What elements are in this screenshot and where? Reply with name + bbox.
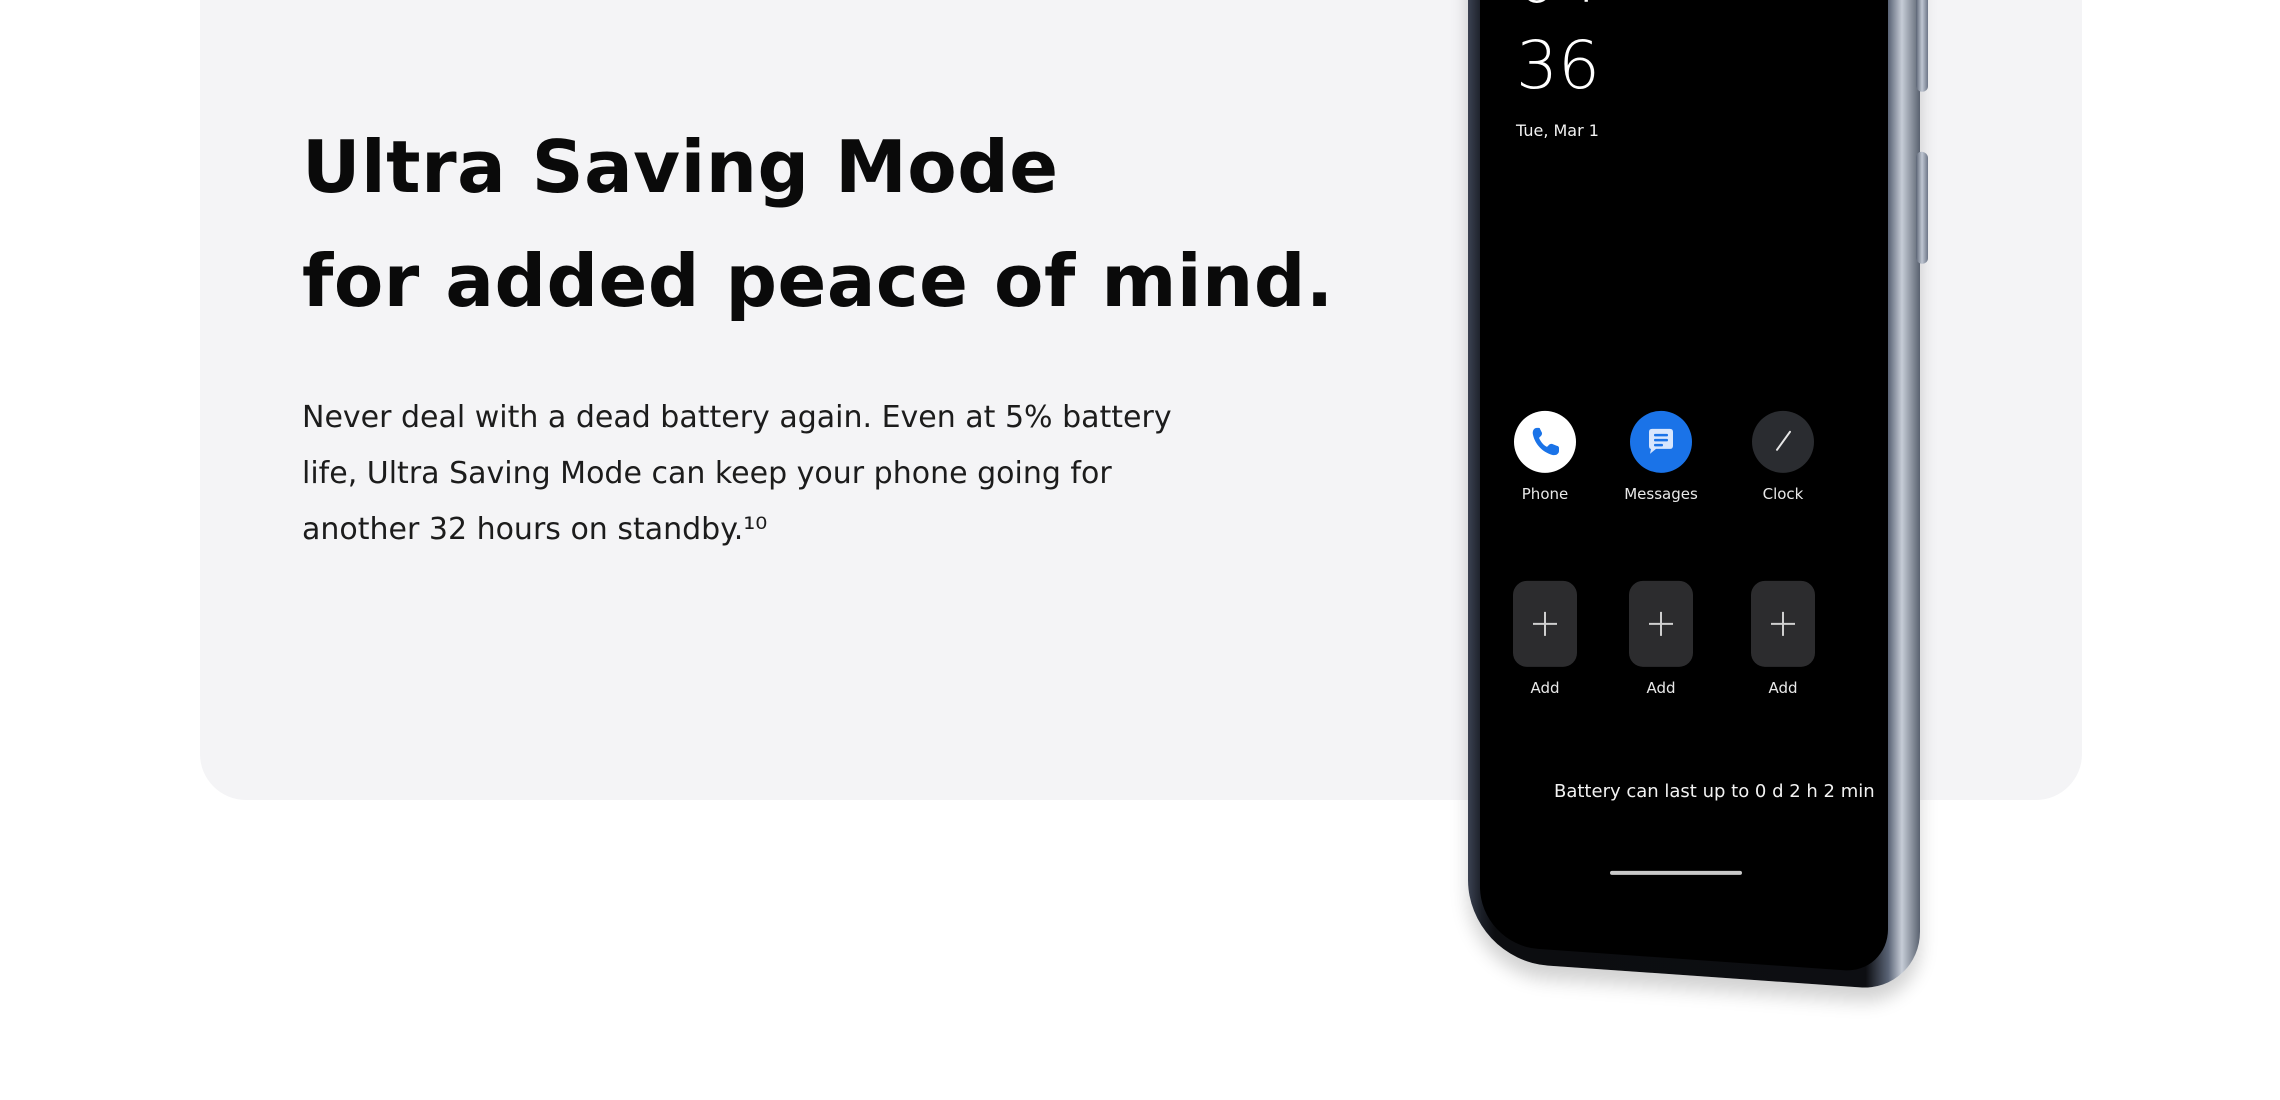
headline-line-1: Ultra Saving Mode: [302, 125, 1059, 209]
lock-date: Tue, Mar 1: [1516, 120, 1599, 140]
plus-icon: [1751, 580, 1815, 667]
plus-icon: [1629, 580, 1693, 667]
volume-button: [1916, 0, 1928, 93]
add-label: Add: [1768, 678, 1798, 697]
phone-screen: 04 36 Tue, Mar 1 Phone: [1480, 0, 1888, 974]
feature-copy: Ultra Saving Mode for added peace of min…: [302, 110, 1334, 558]
add-slot-2[interactable]: Add: [1606, 580, 1716, 697]
lock-clock-minute: 36: [1516, 26, 1600, 104]
lock-clock-hour: 04: [1516, 0, 1600, 18]
add-label: Add: [1646, 678, 1676, 697]
plus-icon: [1513, 580, 1577, 667]
app-label-phone: Phone: [1521, 484, 1569, 503]
messages-icon: [1630, 410, 1692, 473]
add-slot-1[interactable]: Add: [1490, 580, 1600, 697]
page: Ultra Saving Mode for added peace of min…: [0, 0, 2280, 1100]
headline-line-2: for added peace of mind.: [302, 239, 1334, 323]
app-label-clock: Clock: [1762, 484, 1804, 503]
feature-description: Never deal with a dead battery again. Ev…: [302, 390, 1182, 558]
phone-mockup: 04 36 Tue, Mar 1 Phone: [1468, 0, 1928, 992]
battery-estimate: Battery can last up to 0 d 2 h 2 min: [1554, 780, 1875, 802]
app-label-messages: Messages: [1624, 484, 1698, 503]
add-slot-3[interactable]: Add: [1728, 580, 1838, 697]
phone-icon: [1514, 410, 1576, 473]
description-line-3: another 32 hours on standby.¹⁰: [302, 512, 768, 547]
clock-icon: [1752, 410, 1814, 473]
power-button: [1916, 151, 1928, 265]
description-line-2: life, Ultra Saving Mode can keep your ph…: [302, 456, 1112, 491]
app-clock[interactable]: Clock: [1728, 410, 1838, 503]
app-messages[interactable]: Messages: [1606, 410, 1716, 503]
home-indicator[interactable]: [1610, 870, 1742, 875]
description-line-1: Never deal with a dead battery again. Ev…: [302, 400, 1172, 435]
app-phone[interactable]: Phone: [1490, 410, 1600, 503]
add-label: Add: [1530, 678, 1560, 697]
feature-headline: Ultra Saving Mode for added peace of min…: [302, 110, 1334, 338]
